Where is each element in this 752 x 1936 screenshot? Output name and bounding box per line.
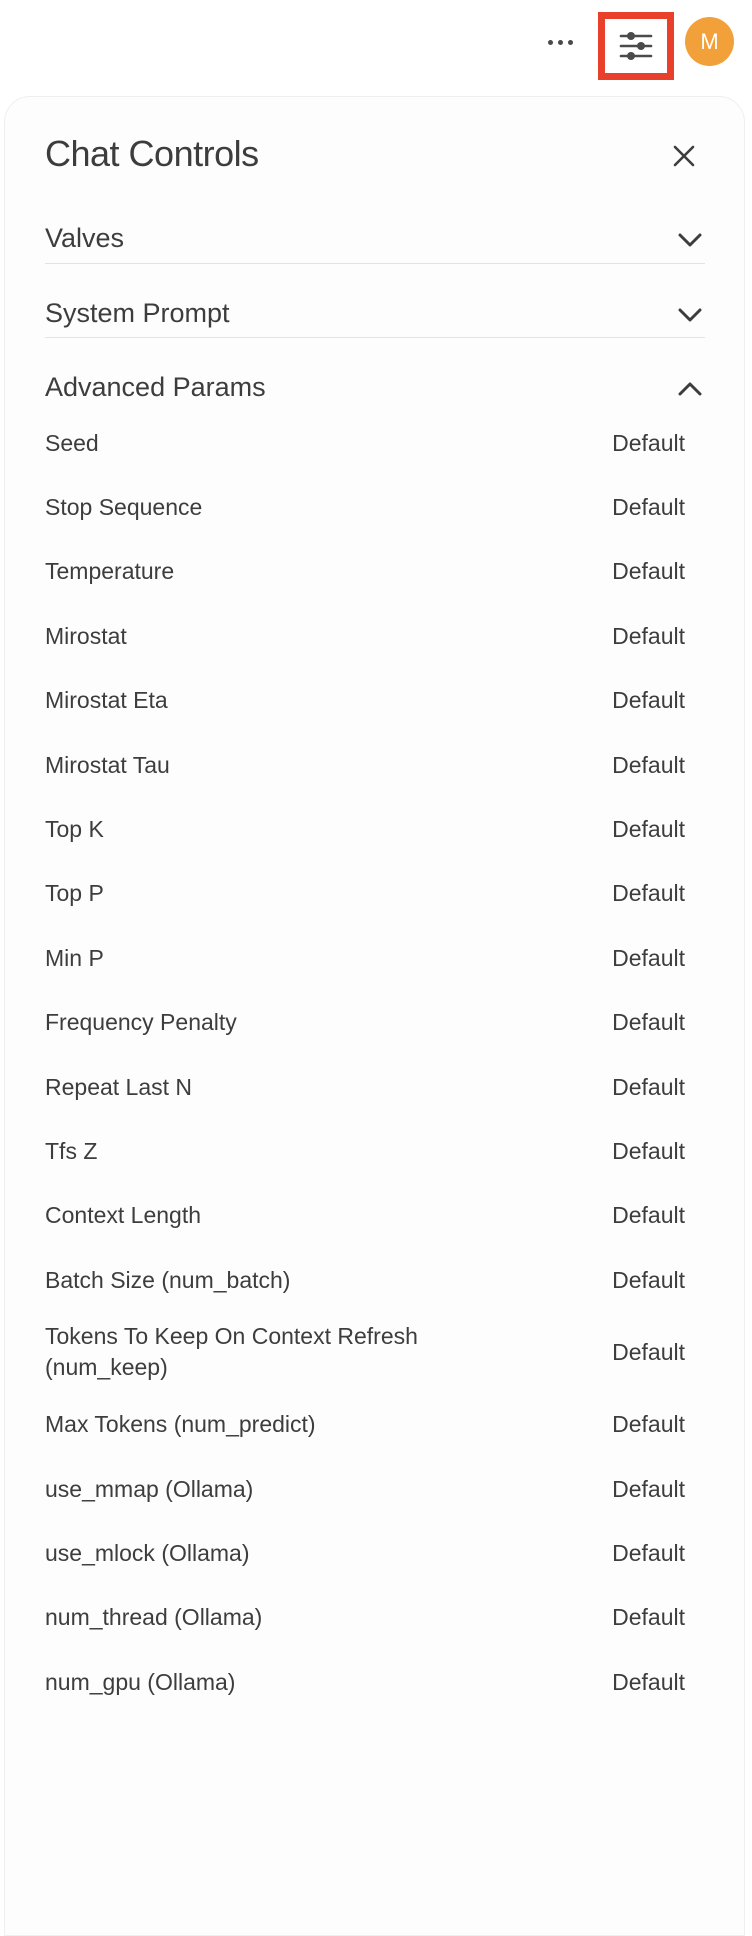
- section-system-prompt[interactable]: System Prompt: [45, 284, 705, 358]
- param-name: Mirostat Tau: [45, 751, 170, 778]
- param-name: Seed: [45, 429, 99, 456]
- param-row-repeat-last-n: Repeat Last N Default: [45, 1055, 685, 1119]
- section-divider: [45, 263, 705, 264]
- section-system-prompt-label: System Prompt: [45, 298, 230, 328]
- param-value-toggle[interactable]: Default: [612, 1669, 685, 1696]
- param-name: Frequency Penalty: [45, 1009, 237, 1036]
- param-row-context-length: Context Length Default: [45, 1184, 685, 1248]
- ellipsis-icon: [547, 39, 553, 45]
- param-value-toggle[interactable]: Default: [612, 1411, 685, 1438]
- param-name: Tokens To Keep On Context Refresh (num_k…: [45, 1323, 418, 1381]
- chat-controls-panel: Chat Controls Valves System Prompt Advan…: [4, 96, 745, 1936]
- param-row-top-k: Top K Default: [45, 797, 685, 861]
- ellipsis-icon-dot: [567, 39, 573, 45]
- param-value-toggle[interactable]: Default: [612, 494, 685, 521]
- param-value-toggle[interactable]: Default: [612, 1604, 685, 1631]
- param-value-toggle[interactable]: Default: [612, 623, 685, 650]
- param-value-toggle[interactable]: Default: [612, 1009, 685, 1036]
- param-value-toggle[interactable]: Default: [612, 752, 685, 779]
- param-row-use-mlock: use_mlock (Ollama) Default: [45, 1521, 685, 1585]
- param-name: Tfs Z: [45, 1137, 98, 1164]
- param-name: use_mmap (Ollama): [45, 1475, 254, 1502]
- chat-controls-button[interactable]: [598, 12, 674, 80]
- chevron-down-icon: [675, 225, 705, 255]
- panel-title: Chat Controls: [45, 133, 259, 174]
- section-valves[interactable]: Valves: [45, 209, 705, 283]
- param-row-stop-sequence: Stop Sequence Default: [45, 475, 685, 539]
- param-value-toggle[interactable]: Default: [612, 430, 685, 457]
- avatar-initial: M: [700, 28, 719, 54]
- user-avatar[interactable]: M: [685, 17, 734, 66]
- chevron-up-icon: [675, 374, 705, 404]
- param-row-mirostat-tau: Mirostat Tau Default: [45, 733, 685, 797]
- param-name: Mirostat Eta: [45, 687, 168, 714]
- param-row-mirostat: Mirostat Default: [45, 604, 685, 668]
- param-name: Context Length: [45, 1202, 202, 1229]
- param-row-max-tokens: Max Tokens (num_predict) Default: [45, 1392, 685, 1456]
- param-name: Stop Sequence: [45, 494, 203, 521]
- close-icon: [673, 145, 695, 167]
- param-name: use_mlock (Ollama): [45, 1539, 250, 1566]
- param-name: Max Tokens (num_predict): [45, 1411, 316, 1438]
- param-row-num-thread: num_thread (Ollama) Default: [45, 1586, 685, 1650]
- param-value-toggle[interactable]: Default: [612, 1267, 685, 1294]
- param-name: Min P: [45, 944, 104, 971]
- top-bar: M: [0, 0, 752, 90]
- section-valves-label: Valves: [45, 223, 125, 253]
- param-name: Batch Size (num_batch): [45, 1266, 291, 1293]
- param-value-toggle[interactable]: Default: [612, 558, 685, 585]
- param-row-use-mmap: use_mmap (Ollama) Default: [45, 1457, 685, 1521]
- sliders-icon: [619, 32, 653, 60]
- param-name: num_gpu (Ollama): [45, 1668, 236, 1695]
- param-value-toggle[interactable]: Default: [612, 1476, 685, 1503]
- param-row-temperature: Temperature Default: [45, 540, 685, 604]
- param-value-toggle[interactable]: Default: [612, 1540, 685, 1567]
- chevron-down-icon: [675, 300, 705, 330]
- param-value-toggle[interactable]: Default: [612, 1202, 685, 1229]
- more-options-button[interactable]: [542, 22, 578, 62]
- param-row-tfs-z: Tfs Z Default: [45, 1119, 685, 1183]
- param-value-toggle[interactable]: Default: [612, 816, 685, 843]
- param-value-toggle[interactable]: Default: [612, 1074, 685, 1101]
- param-row-mirostat-eta: Mirostat Eta Default: [45, 669, 685, 733]
- param-row-batch-size: Batch Size (num_batch) Default: [45, 1248, 685, 1312]
- param-row-frequency-penalty: Frequency Penalty Default: [45, 991, 685, 1055]
- section-divider: [45, 337, 705, 338]
- section-advanced-params-label: Advanced Params: [45, 372, 266, 402]
- param-value-toggle[interactable]: Default: [612, 945, 685, 972]
- param-row-num-keep: Tokens To Keep On Context Refresh (num_k…: [45, 1312, 685, 1392]
- ellipsis-icon-dot: [557, 39, 563, 45]
- param-value-toggle[interactable]: Default: [612, 687, 685, 714]
- close-button[interactable]: [669, 141, 699, 171]
- param-name: Top K: [45, 816, 104, 843]
- param-row-seed: Seed Default: [45, 411, 685, 475]
- advanced-params-list: Seed Default Stop Sequence Default Tempe…: [45, 411, 685, 1714]
- param-name: num_thread (Ollama): [45, 1604, 263, 1631]
- param-value-toggle[interactable]: Default: [612, 880, 685, 907]
- param-name: Temperature: [45, 558, 175, 585]
- param-value-toggle[interactable]: Default: [612, 1339, 685, 1366]
- param-name: Top P: [45, 880, 104, 907]
- param-row-top-p: Top P Default: [45, 862, 685, 926]
- param-name: Repeat Last N: [45, 1073, 193, 1100]
- param-row-num-gpu: num_gpu (Ollama) Default: [45, 1650, 685, 1714]
- param-value-toggle[interactable]: Default: [612, 1138, 685, 1165]
- param-name: Mirostat: [45, 622, 127, 649]
- param-row-min-p: Min P Default: [45, 926, 685, 990]
